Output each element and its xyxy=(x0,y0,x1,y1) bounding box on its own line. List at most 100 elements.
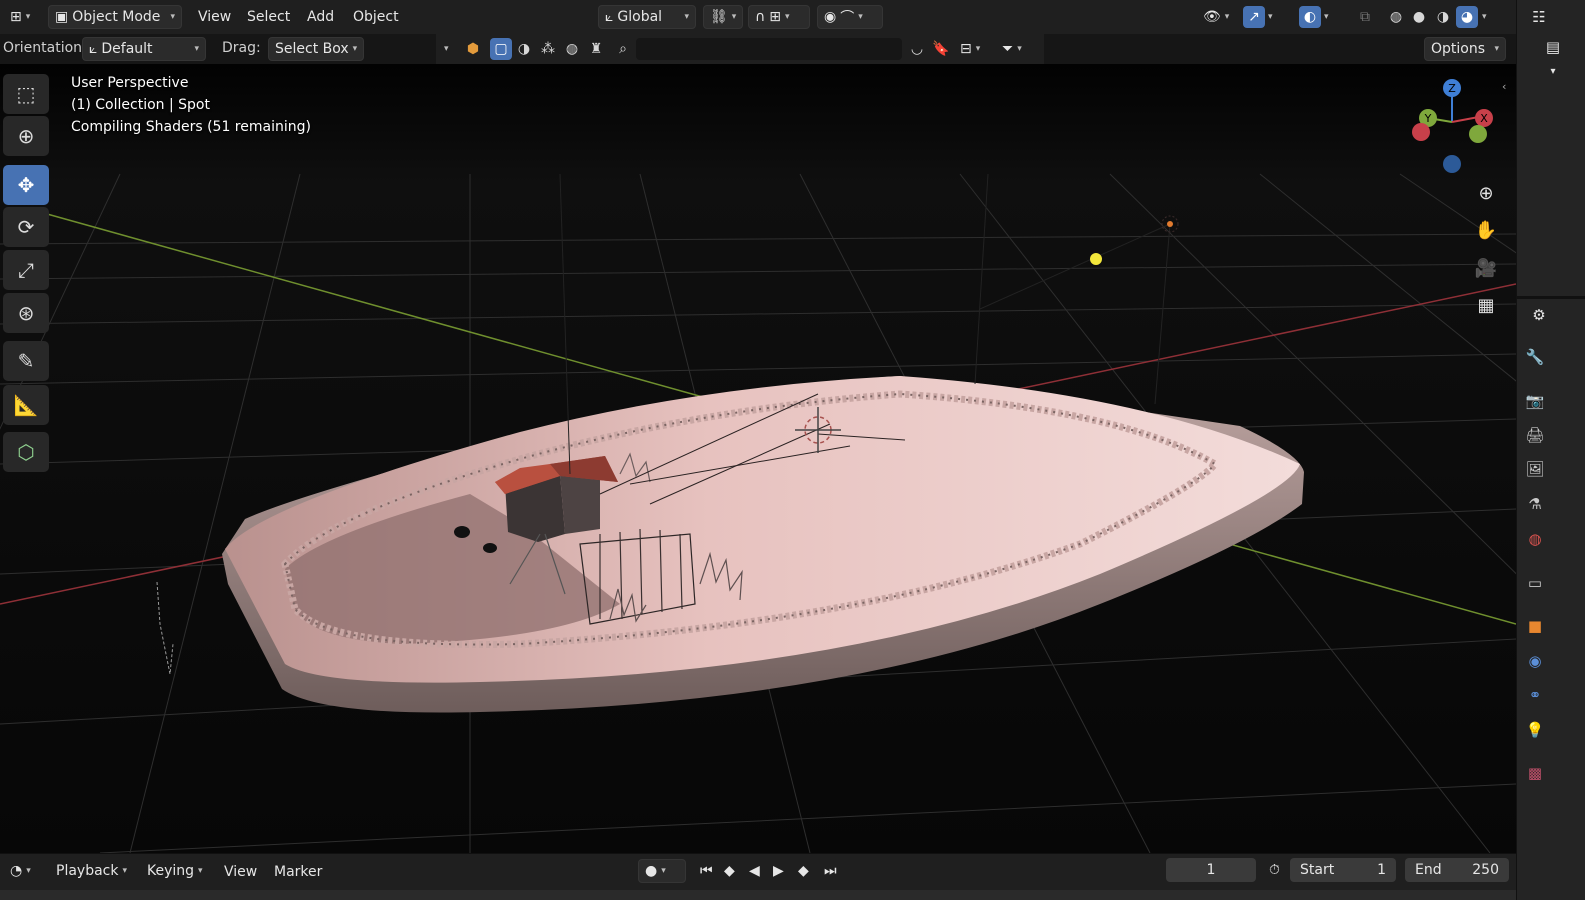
shading-options[interactable]: ▾ xyxy=(1480,5,1489,29)
search-input[interactable] xyxy=(636,38,902,60)
tool-rotate[interactable]: ⟳ xyxy=(3,207,49,247)
gizmo-options[interactable]: ▾ xyxy=(1266,5,1275,29)
drag-select[interactable]: Select Box ▾ xyxy=(268,37,364,61)
tool-move[interactable]: ✥ xyxy=(3,165,49,205)
snap-toggle[interactable]: ∩ ⊞ ▾ xyxy=(748,5,810,29)
jump-end-button[interactable]: ⏭ xyxy=(818,859,843,883)
tab-physics[interactable]: ◉ xyxy=(1524,650,1546,672)
menu-view[interactable]: View xyxy=(198,5,231,29)
search-button[interactable]: ⌕ xyxy=(612,38,634,60)
tab-tool[interactable]: 🔧 xyxy=(1524,346,1546,368)
tool-scale[interactable]: ⤢ xyxy=(3,250,49,290)
prev-keyframe-button[interactable]: ◆ xyxy=(718,859,741,883)
menu-object[interactable]: Object xyxy=(353,5,399,29)
world-filter[interactable]: ◍ xyxy=(561,38,583,60)
sidebar-toggle[interactable]: ‹ xyxy=(1502,80,1506,93)
area-divider xyxy=(1516,296,1585,299)
overlays-toggle[interactable]: ◐ xyxy=(1299,6,1321,28)
preview-range-toggle[interactable]: ⏱ xyxy=(1263,858,1286,882)
gizmo-toggle[interactable]: ↗ xyxy=(1243,6,1265,28)
options-button[interactable]: Options ▾ xyxy=(1424,37,1506,61)
properties-editor-button[interactable]: ⚙ xyxy=(1528,304,1550,326)
outliner-filter-button[interactable]: ▤ xyxy=(1542,36,1564,58)
transform-orientation-select[interactable]: ⟀ Global ▾ xyxy=(598,5,696,29)
spot-light[interactable] xyxy=(1167,221,1173,227)
shading-rendered[interactable]: ◕ xyxy=(1456,6,1478,28)
shading-material[interactable]: ◑ xyxy=(1432,6,1454,28)
outliner-collapse[interactable]: ▾ xyxy=(1542,60,1564,82)
tab-world[interactable]: ◍ xyxy=(1524,528,1546,550)
gizmo-y-label: Y xyxy=(1424,112,1432,125)
viewport-header: ⊞ ▾ ▣ Object Mode ▾ View Select Add Objec… xyxy=(0,0,1516,34)
play-reverse-button[interactable]: ◀ xyxy=(743,859,766,883)
particles-filter[interactable]: ⁂ xyxy=(537,38,559,60)
navigation-gizmo[interactable]: Z Y X xyxy=(1408,74,1498,174)
orientation-select[interactable]: ⟀ Default ▾ xyxy=(82,37,206,61)
camera-icon: 🎥 xyxy=(1474,257,1498,279)
expand-toggle[interactable]: ▾ xyxy=(442,37,451,61)
tab-scene[interactable]: ⚗ xyxy=(1524,493,1546,515)
outliner-editor-button[interactable]: ☷ xyxy=(1528,6,1550,28)
record-toggle[interactable]: ● ▾ xyxy=(638,859,686,883)
shading-solid-filter[interactable]: ◑ xyxy=(513,38,535,60)
display-mode-select[interactable]: ⊟ ▾ xyxy=(954,37,986,61)
filter-select[interactable]: ⏷ ▾ xyxy=(996,37,1028,61)
wireframe-sphere-icon: ◍ xyxy=(1389,9,1403,25)
shading-solid[interactable]: ● xyxy=(1408,6,1430,28)
curve-filter[interactable]: ◡ xyxy=(906,38,928,60)
tab-view-layer[interactable]: 🖼 xyxy=(1524,458,1546,480)
color-cube-button[interactable]: ⬢ xyxy=(462,38,484,60)
overlays-options[interactable]: ▾ xyxy=(1322,5,1331,29)
tab-render[interactable]: 📷 xyxy=(1524,390,1546,412)
proportional-editing-toggle[interactable]: ◉ ⌒ ▾ xyxy=(817,5,883,29)
gizmo-neg-z-axis[interactable] xyxy=(1443,155,1461,173)
tool-transform[interactable]: ⊛ xyxy=(3,293,49,333)
jump-start-button[interactable]: ⏮ xyxy=(694,859,719,883)
3d-viewport[interactable]: User Perspective (1) Collection | Spot C… xyxy=(0,64,1516,853)
viewport-scene[interactable] xyxy=(0,64,1516,853)
curve-icon: ◡ xyxy=(910,41,924,57)
current-frame-field[interactable]: 1 xyxy=(1166,858,1256,882)
gizmo-neg-y-axis[interactable] xyxy=(1469,125,1487,143)
menu-select[interactable]: Select xyxy=(247,5,290,29)
editor-type-button[interactable]: ⊞ ▾ xyxy=(4,5,36,29)
tool-annotate[interactable]: ✎ xyxy=(3,341,49,381)
pivot-icon: ⛓ xyxy=(710,9,728,25)
grid-perspective-icon: ▦ xyxy=(1477,294,1495,316)
tab-collection[interactable]: ▭ xyxy=(1524,572,1546,594)
tab-output[interactable]: 🖨 xyxy=(1524,424,1546,446)
mode-select[interactable]: ▣ Object Mode ▾ xyxy=(48,5,182,29)
tool-cursor[interactable]: ⊕ xyxy=(3,116,49,156)
tool-measure[interactable]: 📐 xyxy=(3,385,49,425)
gizmo-neg-x-axis[interactable] xyxy=(1412,123,1430,141)
xray-toggle[interactable]: ⧉ xyxy=(1354,6,1376,28)
tool-add-cube[interactable]: ⬡ xyxy=(3,432,49,472)
start-frame-field[interactable]: Start 1 xyxy=(1290,858,1396,882)
timeline-marker-menu[interactable]: Marker xyxy=(274,860,322,884)
pan-button[interactable]: ✋ xyxy=(1472,216,1500,244)
select-mode-button[interactable]: ▢ xyxy=(490,38,512,60)
tab-texture[interactable]: ▩ xyxy=(1524,762,1546,784)
pivot-point-select[interactable]: ⛓ ▾ xyxy=(703,5,743,29)
perspective-toggle[interactable]: ▦ xyxy=(1472,291,1500,319)
zoom-button[interactable]: ⊕ xyxy=(1472,179,1500,207)
tab-constraints[interactable]: ⚭ xyxy=(1524,684,1546,706)
end-frame-field[interactable]: End 250 xyxy=(1405,858,1509,882)
tool-select-box[interactable]: ⬚ xyxy=(3,74,49,114)
camera-view-button[interactable]: 🎥 xyxy=(1472,254,1500,282)
shading-wireframe[interactable]: ◍ xyxy=(1385,6,1407,28)
light-handle[interactable] xyxy=(1090,253,1102,265)
playback-menu[interactable]: Playback ▾ xyxy=(50,859,133,883)
tab-object-data[interactable]: 💡 xyxy=(1524,719,1546,741)
tab-object[interactable]: ■ xyxy=(1524,615,1546,637)
armature-filter[interactable]: ♜ xyxy=(585,38,607,60)
play-button[interactable]: ▶ xyxy=(767,859,790,883)
timeline-editor-type[interactable]: ◔ ▾ xyxy=(4,859,37,883)
menu-add[interactable]: Add xyxy=(307,5,334,29)
bookmark-filter[interactable]: 🔖 xyxy=(930,38,952,60)
asset-filter-bar: ▾ ⬢ ▢ ◑ ⁂ ◍ ♜ ⌕ ◡ 🔖 ⊟ ▾ ⏷ ▾ xyxy=(436,34,1044,64)
object-visibility-button[interactable]: 👁 ▾ xyxy=(1197,5,1235,29)
next-keyframe-button[interactable]: ◆ xyxy=(792,859,815,883)
keying-menu[interactable]: Keying ▾ xyxy=(141,859,209,883)
timeline-view-menu[interactable]: View xyxy=(224,860,257,884)
